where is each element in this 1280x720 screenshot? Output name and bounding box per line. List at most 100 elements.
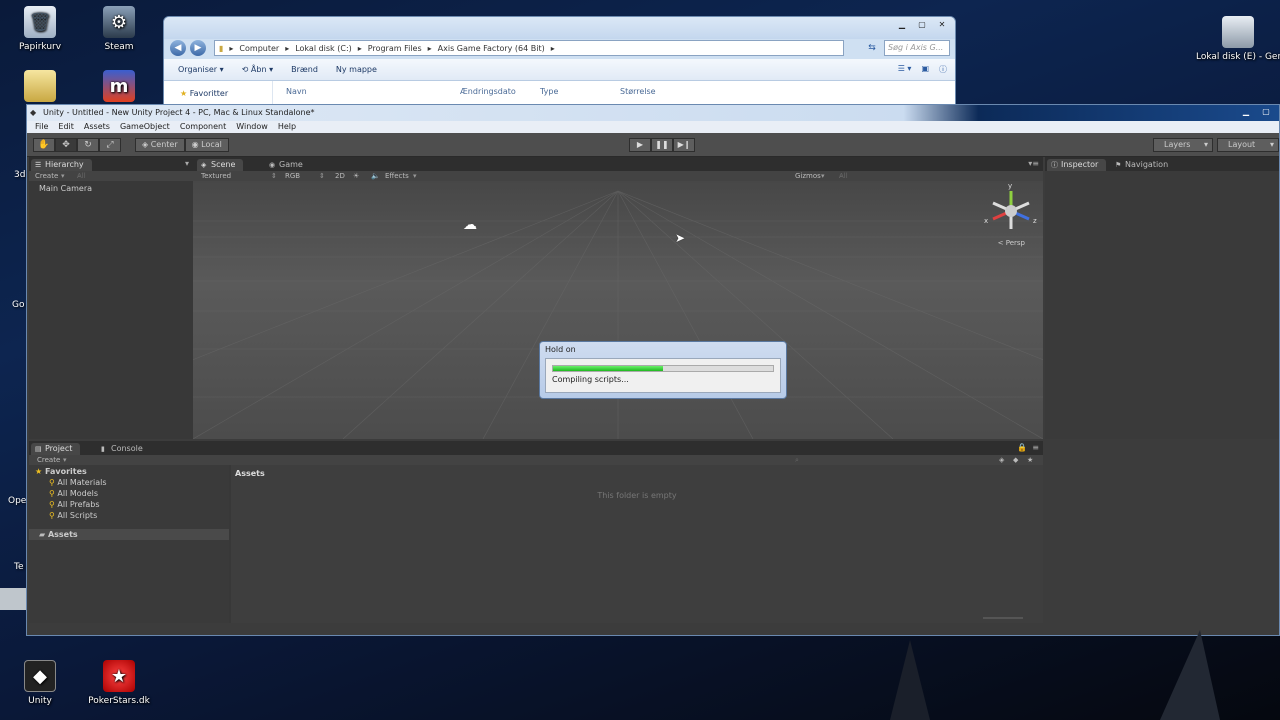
tab-project[interactable]: ▤ Project [31, 443, 81, 455]
layout-dropdown[interactable]: Layout [1217, 138, 1279, 152]
effects-dropdown[interactable]: Effects [385, 171, 409, 181]
explorer-search-input[interactable]: Søg i Axis G... [884, 40, 950, 56]
tree-favorite-item[interactable]: ⚲ All Scripts [49, 511, 97, 520]
move-tool-icon[interactable]: ✥ [55, 138, 77, 152]
column-header-name[interactable]: Navn [286, 87, 307, 96]
tab-hierarchy[interactable]: ☰ Hierarchy [31, 159, 92, 171]
wallpaper-decor [890, 630, 1220, 720]
render-mode-dropdown[interactable]: RGB [285, 171, 300, 181]
column-header-type[interactable]: Type [540, 87, 558, 96]
back-icon[interactable]: ◀ [170, 40, 186, 56]
favorites-nav-item[interactable]: ★ Favoritter [180, 89, 228, 98]
menu-help[interactable]: Help [278, 121, 296, 133]
desktop-icon-game[interactable]: m [87, 70, 151, 106]
help-icon[interactable]: ⓘ [939, 64, 947, 75]
create-dropdown[interactable]: Create [35, 171, 58, 181]
minimize-button[interactable]: ▁ [1237, 106, 1255, 118]
minimize-button[interactable]: ▁ [893, 19, 911, 31]
lock-icon[interactable]: 🔒 [1017, 443, 1027, 452]
breadcrumb-separator-icon: ▸ [427, 43, 432, 53]
hierarchy-item-main-camera[interactable]: Main Camera [39, 184, 92, 193]
tree-assets-folder[interactable]: ▰ Assets [29, 529, 229, 540]
explorer-toolbar: Organiser ▾ ⟲ Åbn ▾ Brænd Ny mappe ☰ ▾ ▣… [164, 59, 955, 81]
breadcrumb-item[interactable]: Program Files [368, 44, 422, 53]
tree-favorite-item[interactable]: ⚲ All Materials [49, 478, 107, 487]
breadcrumb-item[interactable]: Computer [239, 44, 279, 53]
tree-favorite-item[interactable]: ⚲ All Models [49, 489, 98, 498]
tab-inspector[interactable]: ⓘ Inspector [1047, 159, 1107, 171]
tab-navigation[interactable]: ⚑ Navigation [1111, 159, 1176, 171]
desktop-icon-folder[interactable] [8, 70, 72, 106]
orientation-gizmo[interactable]: y x z [981, 181, 1041, 241]
address-bar[interactable]: ▮ ▸ Computer ▸ Lokal disk (C:) ▸ Program… [214, 40, 844, 56]
hand-tool-icon[interactable]: ✋ [33, 138, 55, 152]
menu-window[interactable]: Window [236, 121, 268, 133]
tree-favorites[interactable]: ★ Favorites [35, 467, 87, 476]
forward-icon[interactable]: ▶ [190, 40, 206, 56]
desktop-icon-recycle-bin[interactable]: 🗑 Papirkurv [8, 6, 72, 52]
menu-assets[interactable]: Assets [84, 121, 110, 133]
camera-gizmo-icon[interactable]: ☁ [463, 217, 477, 233]
tab-game[interactable]: ◉ Game [265, 159, 311, 171]
star-icon: ★ [35, 467, 43, 476]
preview-pane-icon[interactable]: ▣ [921, 64, 929, 75]
tree-favorite-item[interactable]: ⚲ All Prefabs [49, 500, 100, 509]
breadcrumb-item[interactable]: Axis Game Factory (64 Bit) [438, 44, 545, 53]
organize-button[interactable]: Organiser ▾ [178, 65, 224, 74]
favorite-star-icon[interactable]: ★ [1027, 455, 1033, 465]
create-dropdown[interactable]: Create [37, 455, 60, 465]
shading-mode-dropdown[interactable]: Textured [201, 171, 231, 181]
tab-scene[interactable]: ◈ Scene [197, 159, 244, 171]
column-header-size[interactable]: Størrelse [620, 87, 656, 96]
2d-toggle[interactable]: 2D [335, 171, 345, 181]
open-button[interactable]: ⟲ Åbn ▾ [242, 65, 273, 74]
new-folder-button[interactable]: Ny mappe [336, 65, 377, 74]
pause-icon[interactable]: ❚❚ [651, 138, 673, 152]
panel-menu-icon[interactable]: ▾≡ [1028, 159, 1039, 168]
desktop-icon-unity[interactable]: ◆ Unity [8, 660, 72, 706]
lighting-toggle-icon[interactable]: ☀ [353, 171, 359, 181]
maximize-button[interactable]: ▢ [1257, 106, 1275, 118]
close-button[interactable]: ✕ [933, 19, 951, 31]
filter-by-label-icon[interactable]: ◆ [1013, 455, 1018, 465]
burn-button[interactable]: Brænd [291, 65, 318, 74]
desktop-icon-pokerstars[interactable]: ★ PokerStars.dk [87, 660, 151, 706]
explorer-window[interactable]: ▁ ▢ ✕ ◀ ▶ ▮ ▸ Computer ▸ Lokal disk (C:)… [163, 16, 956, 112]
menu-bar: File Edit Assets GameObject Component Wi… [27, 121, 1279, 133]
scale-tool-icon[interactable]: ⤢ [99, 138, 121, 152]
tab-console[interactable]: ▮ Console [97, 443, 151, 455]
filter-by-type-icon[interactable]: ◈ [999, 455, 1004, 465]
explorer-titlebar[interactable]: ▁ ▢ ✕ [164, 17, 955, 39]
play-icon[interactable]: ▶ [629, 138, 651, 152]
pivot-center-button[interactable]: ◈ Center [135, 138, 185, 152]
step-icon[interactable]: ▶❙ [673, 138, 695, 152]
menu-component[interactable]: Component [180, 121, 226, 133]
rotate-tool-icon[interactable]: ↻ [77, 138, 99, 152]
desktop-icon-drive-shortcut[interactable]: Lokal disk (E) - Genvej [1196, 16, 1280, 62]
layers-dropdown[interactable]: Layers [1153, 138, 1213, 152]
panel-menu-icon[interactable]: ≡ [1032, 443, 1039, 452]
perspective-label[interactable]: < Persp [998, 239, 1025, 247]
inspector-icon: ⓘ [1051, 161, 1058, 169]
scene-viewport[interactable]: ☁ ➤ y x z < Persp [193, 181, 1043, 439]
panel-menu-icon[interactable]: ▾ [185, 159, 189, 168]
unity-titlebar[interactable]: ◆ Unity - Untitled - New Unity Project 4… [27, 105, 1279, 121]
column-header-date[interactable]: Ændringsdato [460, 87, 516, 96]
maximize-button[interactable]: ▢ [913, 19, 931, 31]
pivot-local-button[interactable]: ◉ Local [184, 138, 229, 152]
audio-toggle-icon[interactable]: 🔈 [371, 171, 380, 181]
partial-desktop-label: 3d [14, 170, 26, 180]
gizmos-dropdown[interactable]: Gizmos [795, 171, 821, 181]
breadcrumb-item[interactable]: Lokal disk (C:) [295, 44, 352, 53]
project-assets-view[interactable]: Assets This folder is empty [231, 465, 1043, 623]
refresh-icon[interactable]: ⇆ [864, 40, 880, 56]
menu-edit[interactable]: Edit [58, 121, 74, 133]
view-options-icon[interactable]: ☰ ▾ [898, 64, 912, 75]
desktop-icon-steam[interactable]: ⚙ Steam [87, 6, 151, 52]
menu-gameobject[interactable]: GameObject [120, 121, 170, 133]
search-icon: ⌕ [795, 456, 799, 464]
menu-file[interactable]: File [35, 121, 48, 133]
progress-bar [552, 365, 774, 372]
assets-breadcrumb[interactable]: Assets [235, 469, 265, 478]
icon-size-slider[interactable] [983, 617, 1023, 619]
